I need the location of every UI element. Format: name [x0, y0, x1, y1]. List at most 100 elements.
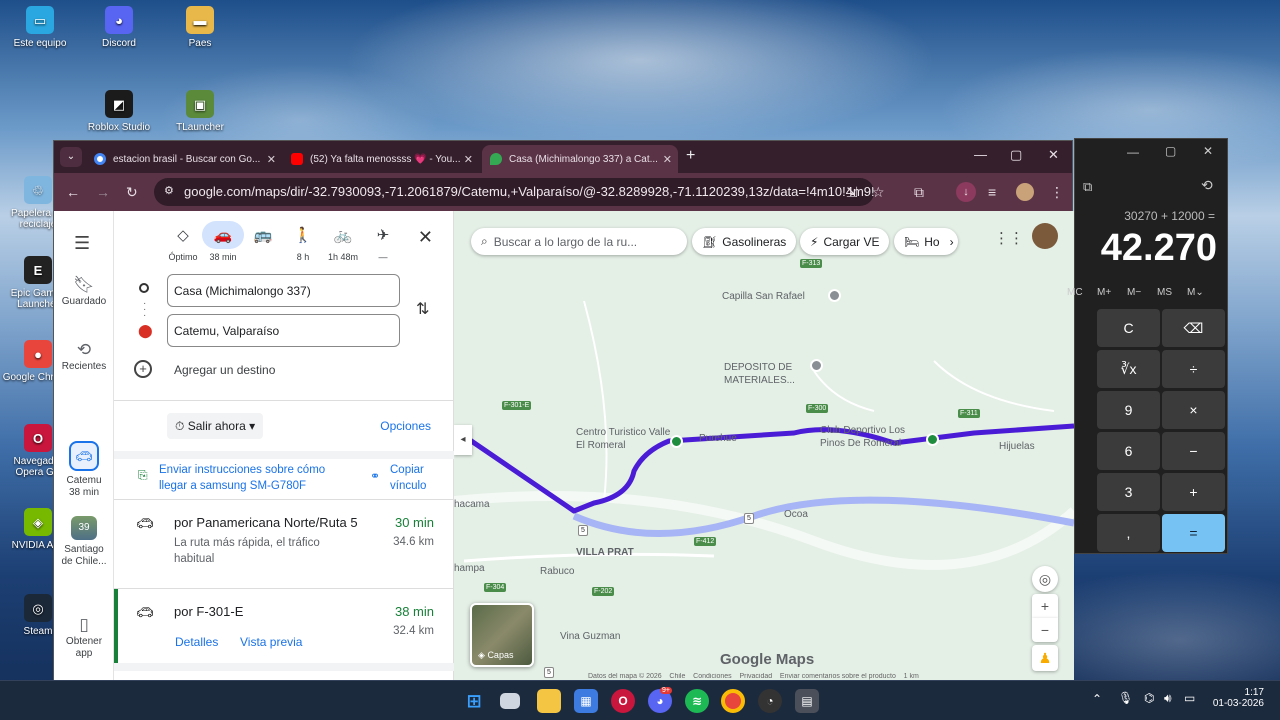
tab-youtube[interactable]: (52) Ya falta menossss 💗 - You... ✕: [283, 145, 479, 173]
collapse-panel-button[interactable]: ◂: [454, 425, 472, 455]
route-option-2[interactable]: 🚗︎ por F-301-E 38 min 32.4 km Detalles V…: [114, 589, 454, 663]
opera-gx-icon[interactable]: O: [611, 689, 635, 713]
task-view-icon[interactable]: [500, 693, 520, 709]
tab-google-search[interactable]: estacion brasil - Buscar con Go... ✕: [86, 145, 282, 173]
history-icon[interactable]: ⟲: [1201, 177, 1213, 194]
map-canvas[interactable]: ⌕ Buscar a lo largo de la ru... ⛽︎ Gasolin…: [454, 211, 1074, 681]
apps-grid-icon[interactable]: ⋮⋮: [994, 229, 1024, 247]
place-marker-icon[interactable]: [670, 435, 683, 448]
install-app-icon[interactable]: ⇲: [846, 184, 858, 201]
rail-santiago[interactable]: 39 Santiago de Chile...: [54, 516, 114, 568]
rail-recent[interactable]: ⟲ Recientes: [54, 341, 114, 373]
calc-minimize-button[interactable]: —: [1127, 145, 1139, 159]
digit-9-button[interactable]: 9: [1097, 391, 1160, 429]
memory-button[interactable]: MS: [1157, 287, 1172, 298]
site-info-icon[interactable]: ⚙: [164, 184, 174, 197]
travel-mode-3[interactable]: 🚶 8 h: [282, 221, 324, 262]
cube-root-button[interactable]: ∛x: [1097, 350, 1160, 388]
clear-button[interactable]: C: [1097, 309, 1160, 347]
preview-button[interactable]: Vista previa: [240, 635, 302, 649]
tab-search-button[interactable]: ⌄: [60, 147, 82, 167]
add-destination-icon[interactable]: +: [134, 360, 152, 378]
map-place-label[interactable]: Purehue: [699, 433, 737, 444]
desktop-shortcut[interactable]: ▭ Este equipo: [2, 6, 78, 49]
add-button[interactable]: +: [1162, 473, 1225, 511]
map-place-label[interactable]: Capilla San Rafael: [722, 291, 805, 302]
rail-catemu[interactable]: 🚗︎ Catemu 38 min: [54, 441, 114, 499]
chip-ev-charging[interactable]: ⚡︎ Cargar VE: [800, 228, 890, 255]
map-place-label[interactable]: Hijuelas: [999, 441, 1035, 452]
chevron-right-icon[interactable]: ›: [950, 235, 954, 249]
battery-icon[interactable]: ▭: [1184, 691, 1195, 705]
close-directions-button[interactable]: ✕: [418, 227, 433, 248]
clock[interactable]: 1:17 01-03-2026: [1208, 687, 1264, 709]
desktop-shortcut[interactable]: ◩ Roblox Studio: [81, 90, 157, 133]
media-control-icon[interactable]: ≡: [988, 184, 996, 200]
bookmark-star-icon[interactable]: ☆: [872, 184, 885, 201]
rail-get-app[interactable]: ▯ Obtener app: [54, 616, 114, 660]
map-place-label[interactable]: Rabuco: [540, 566, 574, 577]
divide-button[interactable]: ÷: [1162, 350, 1225, 388]
minimize-button[interactable]: —: [974, 147, 987, 162]
new-tab-button[interactable]: +: [686, 147, 695, 165]
rail-saved[interactable]: 🔖︎ Guardado: [54, 276, 114, 308]
equals-button[interactable]: =: [1162, 514, 1225, 552]
copy-link-button[interactable]: Copiar vínculo: [390, 462, 440, 494]
keep-on-top-icon[interactable]: ⧉: [1083, 179, 1092, 195]
street-view-pegman-icon[interactable]: ♟: [1032, 645, 1058, 671]
travel-mode-2[interactable]: 🚌: [242, 221, 284, 252]
url-field[interactable]: ⚙ google.com/maps/dir/-32.7930093,-71.20…: [154, 178, 874, 206]
close-tab-icon[interactable]: ✕: [464, 153, 473, 166]
map-place-label[interactable]: DEPOSITO DE MATERIALES...: [724, 361, 824, 387]
origin-field[interactable]: Casa (Michimalongo 337): [167, 274, 400, 307]
tray-chevron-icon[interactable]: ⌃: [1092, 692, 1102, 706]
calc-close-button[interactable]: ✕: [1203, 144, 1213, 158]
menu-icon[interactable]: ⋮: [1050, 184, 1064, 201]
hamburger-menu-icon[interactable]: ☰: [74, 233, 90, 254]
file-explorer-icon[interactable]: [537, 689, 561, 713]
account-avatar[interactable]: [1032, 223, 1058, 249]
map-place-label[interactable]: Club Deportivo Los Pinos De Romeral: [820, 424, 920, 450]
chrome-icon[interactable]: [721, 689, 745, 713]
chip-hotels[interactable]: 🛏︎ Ho ›: [894, 228, 958, 255]
microphone-icon[interactable]: 🎙︎: [1118, 691, 1133, 705]
place-marker-icon[interactable]: [810, 359, 823, 372]
reload-button[interactable]: ↻: [126, 184, 138, 201]
desktop-shortcut[interactable]: ▣ TLauncher: [162, 90, 238, 133]
memory-button[interactable]: M+: [1097, 287, 1111, 298]
memory-button[interactable]: M−: [1127, 287, 1141, 298]
map-place-label[interactable]: hampa: [454, 563, 485, 574]
place-marker-icon[interactable]: [926, 433, 939, 446]
store-icon[interactable]: ▦: [574, 689, 598, 713]
add-destination-label[interactable]: Agregar un destino: [174, 363, 275, 377]
place-marker-icon[interactable]: [828, 289, 841, 302]
forward-button[interactable]: →: [96, 184, 110, 200]
travel-mode-5[interactable]: ✈ —: [362, 221, 404, 262]
close-window-button[interactable]: ✕: [1048, 147, 1059, 163]
download-icon[interactable]: ↓: [956, 182, 976, 202]
travel-mode-1[interactable]: 🚗 38 min: [202, 221, 244, 262]
depart-time-dropdown[interactable]: ⏱ Salir ahora ▾: [167, 413, 264, 439]
zoom-out-button[interactable]: −: [1032, 618, 1058, 642]
network-icon[interactable]: ⌬: [1144, 691, 1154, 705]
tab-google-maps[interactable]: Casa (Michimalongo 337) a Cat... ✕: [482, 145, 678, 173]
calc-maximize-button[interactable]: ▢: [1165, 144, 1176, 158]
volume-icon[interactable]: 🔊︎: [1164, 691, 1172, 706]
selected-route[interactable]: [462, 423, 1074, 514]
zoom-in-button[interactable]: +: [1032, 594, 1058, 618]
backspace-button[interactable]: ⌫: [1162, 309, 1225, 347]
desktop-shortcut[interactable]: ◕ Discord: [81, 6, 157, 49]
app-icon[interactable]: ◔: [758, 689, 782, 713]
calculator-taskbar-icon[interactable]: ▤: [795, 689, 819, 713]
send-to-phone-link[interactable]: Enviar instrucciones sobre cómo llegar a…: [159, 462, 349, 494]
swap-icon[interactable]: ⇅: [416, 299, 429, 319]
map-place-label[interactable]: VILLA PRAT: [576, 547, 634, 558]
profile-avatar[interactable]: [1016, 183, 1034, 201]
digit-3-button[interactable]: 3: [1097, 473, 1160, 511]
chip-gas[interactable]: ⛽︎ Gasolineras: [692, 228, 797, 255]
travel-mode-4[interactable]: 🚲 1h 48m: [322, 221, 364, 262]
subtract-button[interactable]: −: [1162, 432, 1225, 470]
digit-6-button[interactable]: 6: [1097, 432, 1160, 470]
destination-field[interactable]: Catemu, Valparaíso: [167, 314, 400, 347]
map-place-label[interactable]: hacama: [454, 499, 490, 510]
